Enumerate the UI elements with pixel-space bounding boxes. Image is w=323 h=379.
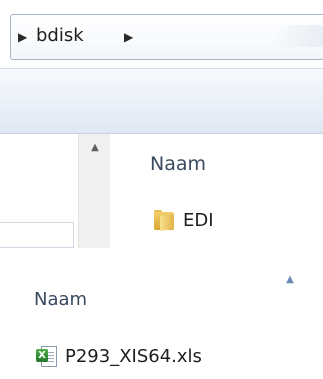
address-bar-highlight <box>271 25 323 47</box>
file-name[interactable]: P293_XIS64.xls <box>65 344 202 370</box>
column-header-name[interactable]: Naam <box>150 152 206 176</box>
navigation-pane-item[interactable] <box>0 222 74 248</box>
navigation-pane <box>0 134 78 248</box>
folder-name[interactable]: EDI <box>183 208 214 234</box>
scroll-up-arrow-icon[interactable]: ▲ <box>87 142 103 154</box>
breadcrumb-chevron-icon[interactable]: ▶ <box>124 29 133 45</box>
file-list-pane: Naam EDI <box>110 134 323 248</box>
explorer-window-top: ▶ bdisk ▶ ▲ Naam EDI <box>0 0 323 248</box>
column-header-name[interactable]: Naam <box>34 288 87 312</box>
explorer-window-bottom: ▲ Naam X P293_XIS64.xls <box>10 268 300 379</box>
breadcrumb-item-bdisk[interactable]: bdisk <box>36 25 84 47</box>
sort-ascending-icon: ▲ <box>286 274 294 285</box>
folder-icon <box>154 210 176 231</box>
excel-file-icon: X <box>36 346 58 368</box>
address-bar[interactable]: ▶ bdisk ▶ <box>10 14 323 60</box>
screenshot-root: ▶ bdisk ▶ ▲ Naam EDI ▲ Naam X P293_XIS64… <box>0 0 323 379</box>
breadcrumb-separator-icon[interactable]: ▶ <box>18 29 27 45</box>
command-toolbar <box>0 68 323 134</box>
navigation-scrollbar[interactable]: ▲ <box>78 134 110 248</box>
